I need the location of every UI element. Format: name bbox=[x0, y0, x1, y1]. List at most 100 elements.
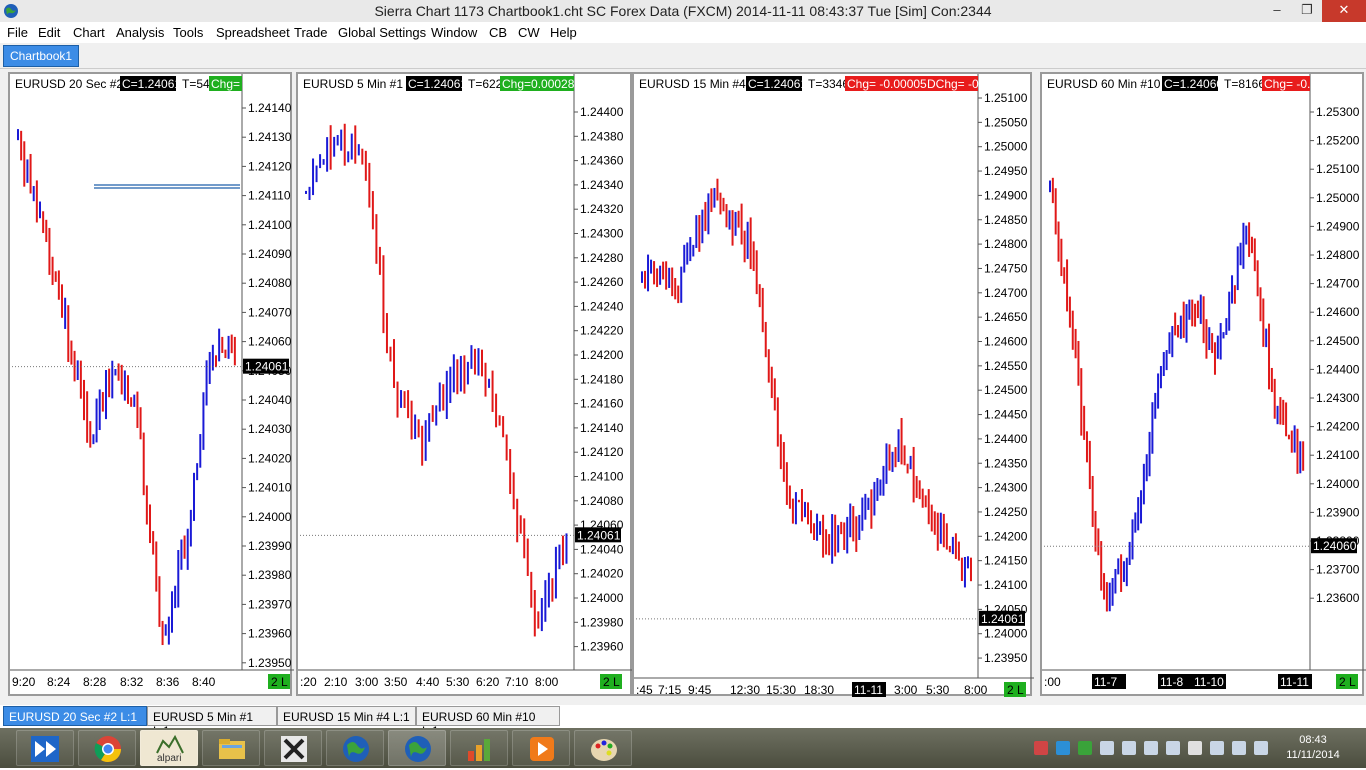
date-marker-label: 11-10 bbox=[1194, 675, 1224, 689]
menu-cb[interactable]: CB bbox=[489, 25, 507, 40]
folder-icon bbox=[219, 739, 245, 759]
media-player-taskbar-button[interactable] bbox=[512, 730, 570, 766]
globe-icon bbox=[405, 736, 431, 762]
screen-tray-icon[interactable] bbox=[1100, 741, 1114, 755]
usb-tray-icon[interactable] bbox=[1210, 741, 1224, 755]
menu-analysis[interactable]: Analysis bbox=[116, 25, 164, 40]
menu-file[interactable]: File bbox=[7, 25, 28, 40]
price-scale-label: 1.24110 bbox=[248, 189, 291, 203]
price-scale-label: 1.23900 bbox=[1316, 505, 1360, 519]
price-scale-label: 1.24700 bbox=[1316, 277, 1360, 291]
price-scale-label: 1.24040 bbox=[580, 542, 624, 556]
monitor-tray-icon[interactable] bbox=[1144, 741, 1158, 755]
price-scale-label: 1.23960 bbox=[248, 627, 292, 641]
price-scale-label: 1.24600 bbox=[984, 335, 1028, 349]
battery-tray-icon[interactable] bbox=[1166, 741, 1180, 755]
h-tray-icon[interactable] bbox=[1078, 741, 1092, 755]
sync-tray-icon[interactable] bbox=[1056, 741, 1070, 755]
time-axis-label: 8:36 bbox=[156, 675, 180, 689]
chart-tab-15min[interactable]: EURUSD 15 Min #4 L:1 bbox=[277, 706, 416, 726]
time-axis-label: 9:20 bbox=[12, 675, 36, 689]
price-scale-label: 1.24030 bbox=[248, 422, 292, 436]
clock-date: 11/11/2014 bbox=[1286, 749, 1340, 761]
chart-panel-15min[interactable]: EURUSD 15 Min #4 C=1.24061 T=3346 Chg= -0.0… bbox=[632, 72, 1034, 697]
paint-taskbar-button[interactable] bbox=[574, 730, 632, 766]
price-scale-label: 1.25100 bbox=[1316, 162, 1360, 176]
price-scale-label: 1.24600 bbox=[1316, 305, 1360, 319]
menu-cw[interactable]: CW bbox=[518, 25, 540, 40]
chrome-taskbar-button[interactable] bbox=[78, 730, 136, 766]
price-scale-label: 1.24100 bbox=[580, 470, 624, 484]
chart-tab-20sec[interactable]: EURUSD 20 Sec #2 L:1 bbox=[3, 706, 147, 726]
current-price-label: 1.24061 bbox=[577, 528, 621, 542]
close-button[interactable]: ✕ bbox=[1322, 0, 1366, 22]
time-axis-label: 2:10 bbox=[324, 675, 348, 689]
signal-tray-icon[interactable] bbox=[1232, 741, 1246, 755]
price-scale-label: 1.24340 bbox=[580, 178, 624, 192]
price-scale-label: 1.24550 bbox=[984, 359, 1028, 373]
price-scale-label: 1.25300 bbox=[1316, 105, 1360, 119]
price-scale-label: 1.25000 bbox=[984, 140, 1028, 154]
chart-panel-20sec[interactable]: EURUSD 20 Sec #2 C=1.24061 T=54 Chg= 1.24140… bbox=[8, 72, 294, 696]
price-scale-label: 1.24140 bbox=[248, 101, 292, 115]
time-axis-label: 5:30 bbox=[446, 675, 470, 689]
time-axis-label: 9:45 bbox=[688, 683, 712, 697]
sierra-chart-taskbar-button[interactable] bbox=[16, 730, 74, 766]
file-explorer-taskbar-button[interactable] bbox=[202, 730, 260, 766]
x-app-taskbar-button[interactable] bbox=[264, 730, 322, 766]
menu-global-settings[interactable]: Global Settings bbox=[338, 25, 426, 40]
chart-panel-60min[interactable]: EURUSD 60 Min #10 C=1.24060 T=8166 Chg= -0.… bbox=[1040, 72, 1366, 696]
price-scale-label: 1.24000 bbox=[984, 627, 1028, 641]
minimize-button[interactable]: ‒ bbox=[1262, 0, 1292, 22]
palette-icon bbox=[591, 739, 617, 761]
price-scale-label: 1.24220 bbox=[580, 324, 624, 338]
network-tray-icon[interactable] bbox=[1122, 741, 1136, 755]
restore-button[interactable]: ❐ bbox=[1292, 0, 1322, 22]
price-scale-label: 1.23950 bbox=[248, 656, 292, 670]
chartbook-tab[interactable]: Chartbook1 bbox=[3, 45, 80, 67]
chart-panel-5min[interactable]: EURUSD 5 Min #1 C=1.24061 T=622 Chg=0.00028… bbox=[296, 72, 634, 696]
price-scale-label: 1.24320 bbox=[580, 202, 624, 216]
date-marker-label: 11-11 bbox=[1280, 675, 1309, 689]
price-scale-label: 1.24500 bbox=[984, 383, 1028, 397]
price-scale-label: 1.24400 bbox=[984, 432, 1028, 446]
chart-symbol-label: EURUSD 15 Min #4 bbox=[639, 77, 746, 91]
globe-active-taskbar-button[interactable] bbox=[388, 730, 446, 766]
flag-tray-icon[interactable] bbox=[1034, 741, 1048, 755]
price-scale-label: 1.23960 bbox=[580, 640, 624, 654]
mute-tray-icon[interactable] bbox=[1188, 741, 1202, 755]
chart-app-taskbar-button[interactable] bbox=[450, 730, 508, 766]
price-scale-label: 1.25200 bbox=[1316, 134, 1360, 148]
menu-trade[interactable]: Trade bbox=[294, 25, 327, 40]
chart-svg: EURUSD 5 Min #1 C=1.24061 T=622 Chg=0.00028… bbox=[298, 74, 634, 689]
price-scale-label: 1.24650 bbox=[984, 310, 1028, 324]
price-scale-label: 1.24360 bbox=[580, 154, 624, 168]
trade-count-label: T=54 bbox=[182, 77, 210, 91]
globe-taskbar-button[interactable] bbox=[326, 730, 384, 766]
chart-tab-5min[interactable]: EURUSD 5 Min #1 L:1 bbox=[147, 706, 277, 738]
time-axis-label: 8:00 bbox=[964, 683, 988, 697]
time-axis-label: :45 bbox=[636, 683, 653, 697]
menu-help[interactable]: Help bbox=[550, 25, 577, 40]
alpari-taskbar-button[interactable]: alpari bbox=[140, 730, 198, 766]
price-scale-label: 1.23980 bbox=[248, 568, 292, 582]
price-scale-label: 1.24300 bbox=[984, 481, 1028, 495]
menu-edit[interactable]: Edit bbox=[38, 25, 60, 40]
title-bar: Sierra Chart 1173 Chartbook1.cht SC Fore… bbox=[0, 0, 1366, 22]
price-scale-label: 1.24120 bbox=[580, 445, 624, 459]
price-scale-label: 1.24100 bbox=[984, 578, 1028, 592]
price-scale-label: 1.24350 bbox=[984, 456, 1028, 470]
chart-svg: EURUSD 15 Min #4 C=1.24061 T=3346Chg= -0.0… bbox=[634, 74, 1034, 697]
daily-change-label: DChg= -0. bbox=[927, 77, 982, 91]
menu-spreadsheet[interactable]: Spreadsheet bbox=[216, 25, 290, 40]
close-price-label: C=1.24061 bbox=[408, 77, 467, 91]
chart-tab-60min[interactable]: EURUSD 60 Min #10 L:1 bbox=[416, 706, 560, 738]
menu-tools[interactable]: Tools bbox=[173, 25, 203, 40]
volume-tray-icon[interactable] bbox=[1254, 741, 1268, 755]
menu-window[interactable]: Window bbox=[431, 25, 477, 40]
price-scale-label: 1.23700 bbox=[1316, 563, 1360, 577]
menu-chart[interactable]: Chart bbox=[73, 25, 105, 40]
price-scale-label: 1.24750 bbox=[984, 261, 1028, 275]
scale-button-label: 2 L bbox=[1007, 683, 1024, 697]
system-clock[interactable]: 08:43 11/11/2014 bbox=[1278, 733, 1348, 763]
